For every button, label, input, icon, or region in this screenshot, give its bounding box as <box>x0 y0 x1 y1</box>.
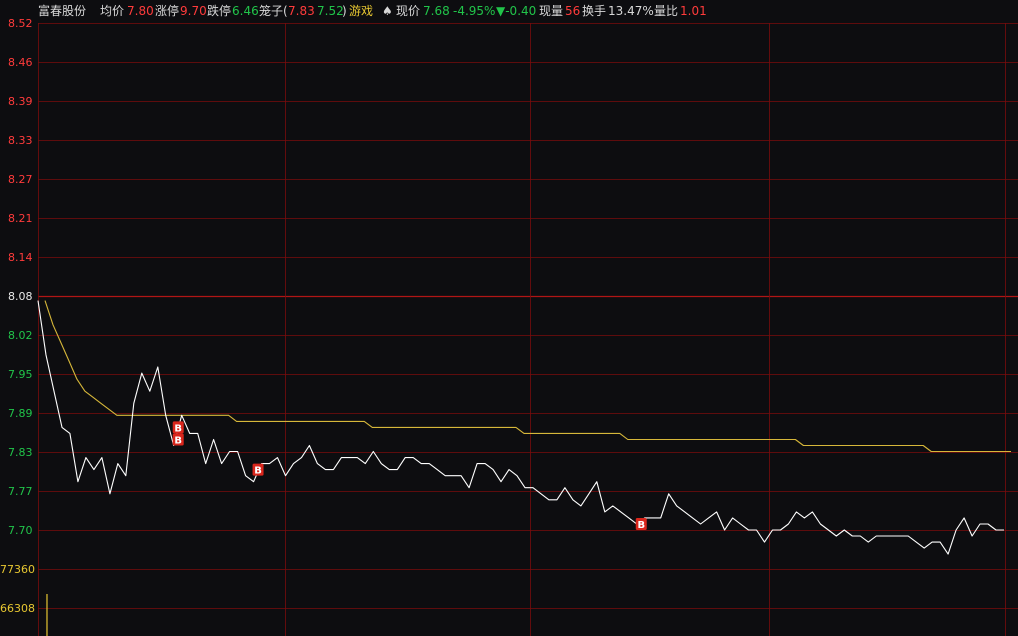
y-tick-label: 8.14 <box>8 251 33 264</box>
volume-label: 现量 <box>539 4 564 18</box>
buy-marker-label: B <box>254 466 262 477</box>
y-tick-label: 7.89 <box>8 407 33 420</box>
limit-up-label: 涨停 <box>155 4 180 18</box>
y-tick-label: 8.33 <box>8 134 33 147</box>
change-amount: ▼-0.40 <box>496 4 537 18</box>
y-tick-label: 7.70 <box>8 524 33 537</box>
y-tick-label: 8.08 <box>8 290 33 303</box>
stock-name[interactable]: 富春股份 <box>38 0 86 22</box>
ratio-value: 1.01 <box>680 4 707 18</box>
avg-price-value: 7.80 <box>127 4 154 18</box>
avg-price-label: 均价 <box>100 4 125 18</box>
y-axis-labels: 8.528.468.398.338.278.218.148.088.027.95… <box>0 17 35 615</box>
volume-value: 56 <box>565 4 581 18</box>
limit-down-value: 6.46 <box>232 4 259 18</box>
box-label: 笼子 <box>259 4 284 18</box>
y-tick-label: 8.21 <box>8 212 33 225</box>
y-tick-label: 7.95 <box>8 368 33 381</box>
buy-marker: B <box>172 421 184 434</box>
buy-marker-label: B <box>637 520 645 531</box>
ratio-label: 量比 <box>654 4 679 18</box>
y-tick-label: 7.77 <box>8 485 33 498</box>
buy-marker-label: B <box>174 435 182 446</box>
buy-marker-label: B <box>174 423 182 434</box>
volume-tick-label: 66308 <box>0 602 35 615</box>
volume-tick-label: 77360 <box>0 563 35 576</box>
now-price-value: 7.68 <box>423 4 450 18</box>
buy-marker: B <box>252 463 264 477</box>
turnover-value: 13.47% <box>608 4 654 18</box>
box-close: ) <box>342 4 347 18</box>
sector-tag[interactable]: 游戏 <box>349 0 373 22</box>
now-price-label: 现价 <box>396 4 421 18</box>
average-price-polyline <box>44 300 1011 453</box>
change-percent: -4.95% <box>453 4 496 18</box>
turnover-label: 换手 <box>582 4 607 18</box>
box-open: ( <box>283 4 288 18</box>
grid-lines <box>38 23 1018 636</box>
y-tick-label: 8.39 <box>8 95 33 108</box>
average-price-line <box>44 300 1011 453</box>
box-lower: 7.52 <box>317 4 344 18</box>
buy-markers: BBBB <box>172 421 647 531</box>
spade-icon: ♠ <box>382 4 393 18</box>
limit-up-value: 9.70 <box>180 4 207 18</box>
y-tick-label: 8.46 <box>8 56 33 69</box>
intraday-chart-window: 8.52 8.46 8.39 8.33 8.27 8.21 8.14 8.08 8.02 7.95… <box>0 0 1018 636</box>
quote-header: 富春股份 均价 7.80 涨停 9.70 跌停 6.46 笼子 ( 7.83 7… <box>0 0 1018 22</box>
y-tick-label: 8.02 <box>8 329 33 342</box>
buy-marker: B <box>172 433 184 446</box>
limit-down-label: 跌停 <box>207 4 232 18</box>
y-tick-label: 8.27 <box>8 173 33 186</box>
chart-canvas[interactable]: 8.528.468.398.338.278.218.148.088.027.95… <box>0 0 1018 636</box>
box-upper: 7.83 <box>288 4 315 18</box>
buy-marker: B <box>635 517 647 531</box>
y-tick-label: 7.83 <box>8 446 33 459</box>
